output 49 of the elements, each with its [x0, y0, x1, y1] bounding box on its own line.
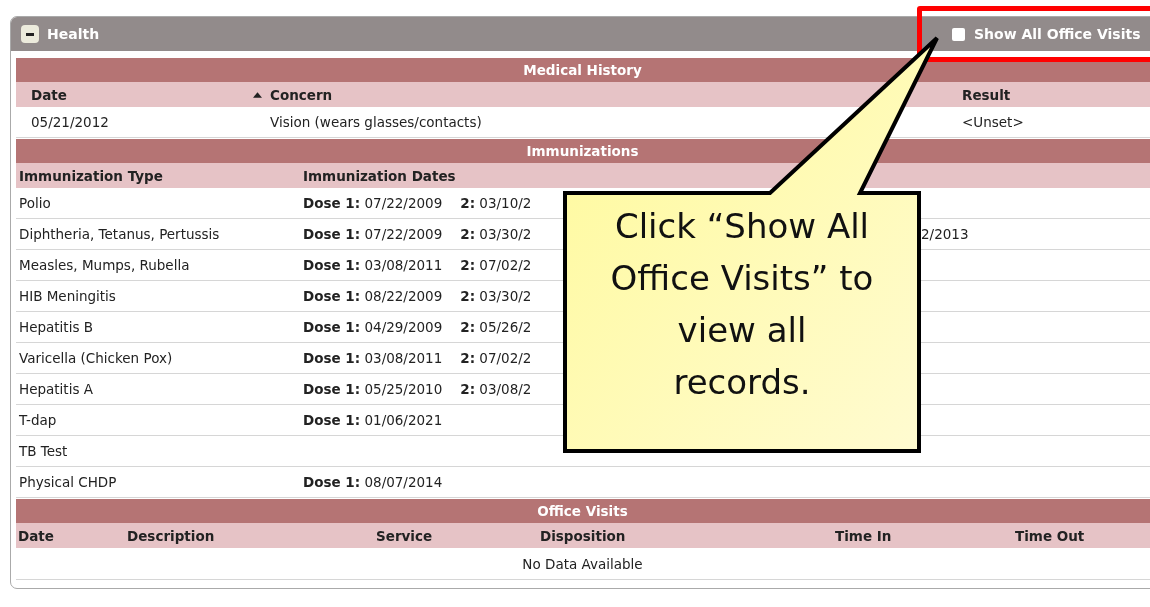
column-header: Time Out: [1015, 527, 1085, 544]
dose-date: Dose 1: 04/29/2009: [303, 319, 443, 335]
dose-date: Dose 1: 05/25/2010: [303, 381, 443, 397]
section-title: Immunizations: [16, 139, 1150, 163]
table-cell: Physical CHDP: [19, 474, 117, 490]
column-header: Immunization Dates: [303, 167, 456, 184]
dose-date: 2: 07/02/2: [460, 257, 532, 273]
table-cell: 2/2013: [921, 226, 969, 242]
table-cell: Measles, Mumps, Rubella: [19, 257, 190, 273]
dose-date: 2: 05/26/2: [460, 319, 532, 335]
column-header[interactable]: Result: [962, 86, 1011, 103]
table-cell: <Unset>: [962, 114, 1024, 130]
dose-date: Dose 1: 08/22/2009: [303, 288, 443, 304]
column-header[interactable]: Concern: [270, 86, 333, 103]
column-header: Disposition: [540, 527, 626, 544]
dose-date: 2: 03/08/2: [460, 381, 532, 397]
table-cell: TB Test: [19, 443, 68, 459]
dose-date: 2: 03/10/2: [460, 195, 532, 211]
table-cell: 05/21/2012: [31, 114, 109, 130]
callout-text: Click “Show All Office Visits” to view all records.: [609, 205, 875, 404]
panel-title: Health: [47, 26, 100, 42]
dose-date: 2: 03/30/2: [460, 288, 532, 304]
column-header: Date: [18, 527, 54, 544]
dose-date: Dose 1: 03/08/2011: [303, 350, 443, 366]
empty-message: No Data Available: [522, 555, 643, 572]
table-cell: Diphtheria, Tetanus, Pertussis: [19, 226, 220, 242]
table-cell: Hepatitis A: [19, 381, 93, 397]
dose-date: Dose 1: 07/22/2009: [303, 226, 443, 242]
table-cell: Vision (wears glasses/contacts): [270, 114, 482, 130]
table-cell: Polio: [19, 195, 51, 211]
column-header: Service: [376, 527, 433, 544]
column-header[interactable]: Date: [31, 86, 67, 103]
collapse-button[interactable]: [21, 25, 39, 43]
dose-date: Dose 1: 01/06/2021: [303, 412, 443, 428]
dose-date: 2: 07/02/2: [460, 350, 532, 366]
table-cell: Hepatitis B: [19, 319, 93, 335]
dose-date: Dose 1: 07/22/2009: [303, 195, 443, 211]
table-cell: HIB Meningitis: [19, 288, 116, 304]
column-header: Time In: [835, 527, 892, 544]
section-title: Office Visits: [16, 499, 1150, 523]
table-cell: T-dap: [19, 412, 57, 428]
dose-date: Dose 1: 03/08/2011: [303, 257, 443, 273]
table-cell: Varicella (Chicken Pox): [19, 350, 173, 366]
checkbox[interactable]: [952, 27, 965, 41]
dose-date: 2: 03/30/2: [460, 226, 532, 242]
column-header: Immunization Type: [19, 167, 163, 184]
column-header: Description: [127, 527, 215, 544]
dose-date: Dose 1: 08/07/2014: [303, 474, 443, 490]
section-title: Medical History: [16, 58, 1150, 82]
